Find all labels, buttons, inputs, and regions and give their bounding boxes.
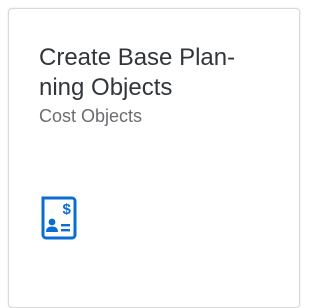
tile-subtitle: Cost Objects xyxy=(39,106,143,126)
tile-title-line-2: ning Objects xyxy=(39,74,173,101)
tile-title-line-1: Create Base Plan- xyxy=(39,44,236,71)
cost-document-icon: $ xyxy=(39,195,79,241)
tile-title: Create Base Plan- ning Objects xyxy=(39,43,279,103)
svg-text:$: $ xyxy=(63,201,72,218)
app-tile-create-base-planning-objects[interactable]: Create Base Plan- ning Objects Cost Obje… xyxy=(8,8,300,308)
tile-header: Create Base Plan- ning Objects Cost Obje… xyxy=(39,43,279,127)
